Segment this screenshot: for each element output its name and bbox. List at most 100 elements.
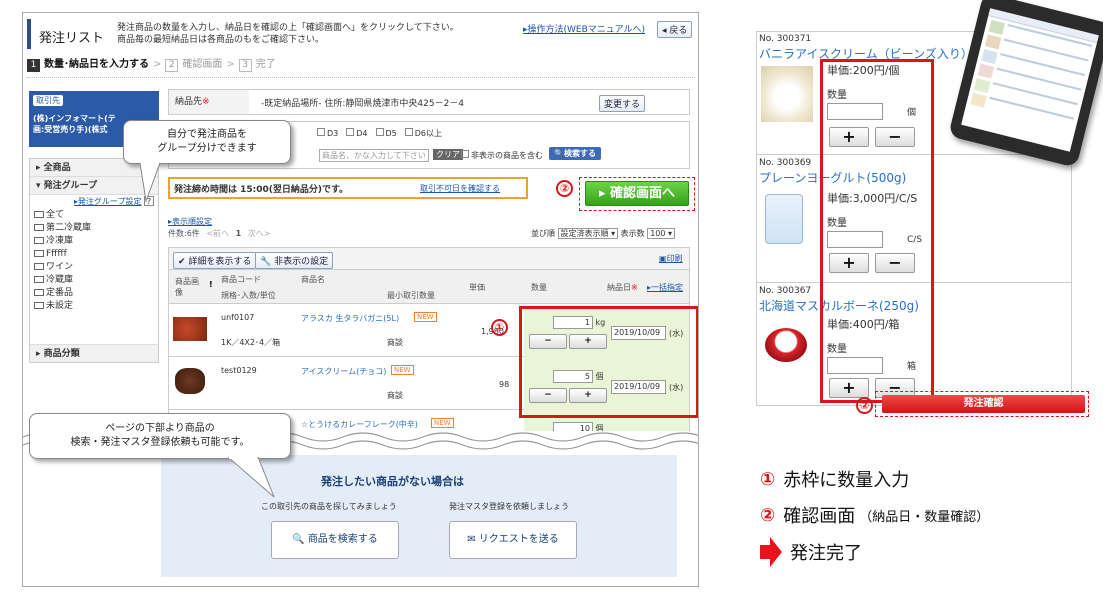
product-spec: 1K／4X2･4／箱 (221, 338, 281, 347)
order-confirm-button[interactable]: 発注確認 (882, 395, 1085, 413)
hidden-setting-button[interactable]: 🔧 非表示の設定 (255, 252, 334, 269)
qty-red-frame (519, 306, 698, 418)
legend-text-1: 赤枠に数量入力 (783, 470, 910, 491)
filter-d3-checkbox[interactable]: D3 (317, 128, 338, 139)
step-3-number: 3 (238, 58, 252, 72)
search-input[interactable]: 商品名、かな入力して下さい (319, 149, 429, 162)
callout-group: 自分で発注商品を グループ分けできます (123, 120, 291, 164)
red-arrow-icon (760, 537, 782, 567)
header-min: 最小取引数量 (387, 291, 435, 300)
product-number: No. 300371 (759, 34, 812, 44)
folder-icon (34, 237, 44, 244)
result-count: 件数:6件 (168, 229, 200, 238)
send-request-button[interactable]: ✉ リクエストを送る (449, 521, 577, 559)
holiday-link[interactable]: 取引不可日を確認する (420, 183, 500, 194)
legend-text-2: 確認画面 (783, 506, 856, 527)
product-name[interactable]: アラスカ 生タラバガニ(5L) (301, 313, 399, 324)
request-caption: 発注マスタ登録を依頼しましょう (449, 502, 569, 511)
header-image: 商品画像 (175, 277, 199, 297)
legend-sub-2: （納品日・数量確認） (859, 509, 990, 525)
print-link[interactable]: ▣印刷 (659, 253, 683, 264)
supplier-tag: 取引先 (33, 95, 63, 106)
ice-cream-image (761, 66, 813, 122)
marker-1: ① (491, 319, 508, 336)
group-setting-link[interactable]: ▸発注グループ設定 (74, 197, 142, 206)
product-number: No. 300367 (759, 286, 812, 296)
group-item[interactable]: 第二冷蔵庫 (32, 222, 158, 235)
confirm-screen-button[interactable]: ▸ 確認画面へ (585, 181, 689, 206)
mascarpone-image (765, 328, 807, 362)
legend: ① 赤枠に数量入力 ② 確認画面 （納品日・数量確認） 発注完了 (760, 462, 1090, 570)
manual-link[interactable]: ▸操作方法(WEBマニュアルへ) (523, 22, 645, 35)
display-order-link[interactable]: ▸表示順設定 (168, 216, 212, 227)
group-item[interactable]: Ffffff (32, 248, 158, 261)
header-name: 商品名 (301, 275, 325, 284)
folder-icon (34, 302, 44, 309)
search-products-button[interactable]: 🔍 商品を検索する (271, 521, 399, 559)
legend-num-1: ① (760, 468, 776, 490)
sidebar-category[interactable]: ▸ 商品分類 (30, 344, 158, 362)
clear-button[interactable]: クリア (433, 149, 463, 160)
marker-2: ② (556, 180, 573, 197)
filter-d4-checkbox[interactable]: D4 (346, 128, 368, 139)
pager-prev[interactable]: <前へ (206, 229, 229, 238)
filter-d5-checkbox[interactable]: D5 (375, 128, 397, 139)
print-icon: ▣ (659, 254, 667, 263)
group-item-all[interactable]: 全て (32, 209, 158, 222)
instructions: 発注商品の数量を入力し、納品日を確認の上「確認画面へ」をクリックして下さい。 商… (117, 23, 459, 45)
folder-icon (34, 276, 44, 283)
group-item[interactable]: ワイン (32, 261, 158, 274)
group-item[interactable]: 未設定 (32, 300, 158, 313)
search-icon: 🔍 (292, 534, 305, 545)
legend-text-3: 発注完了 (790, 543, 862, 564)
page-title: 発注リスト (39, 31, 105, 46)
supplier-name: (株)インフォマート(テ (33, 114, 116, 123)
header-price: 単価 (469, 283, 485, 292)
header-date: 納品日※ (607, 283, 638, 292)
step-2-label: 確認画面 (182, 59, 223, 70)
bulk-date-link[interactable]: ▸一括指定 (647, 282, 683, 293)
product-code: test0129 (221, 366, 257, 375)
min-qty: 商談 (387, 391, 403, 400)
group-item[interactable]: 冷凍庫 (32, 235, 158, 248)
back-button[interactable]: ◂ 戻る (657, 21, 693, 38)
header-spec: 規格･入数/単位 (221, 291, 276, 300)
search-icon: 🔍 (554, 149, 564, 158)
group-item[interactable]: 冷蔵庫 (32, 274, 158, 287)
unit-price: 98 (499, 380, 510, 389)
step-3-label: 完了 (255, 59, 276, 70)
filter-d6-checkbox[interactable]: D6以上 (404, 128, 442, 139)
include-hidden-checkbox[interactable]: 非表示の商品を含む (461, 150, 543, 161)
search-caption: この取引先の商品を探してみましょう (261, 502, 397, 511)
mobile-marker-2: ② (856, 397, 873, 414)
product-code: unf0107 (221, 313, 255, 322)
delivery-label: 納品先 (175, 97, 203, 107)
show-detail-button[interactable]: ✔ 詳細を表示する (173, 252, 257, 269)
folder-icon (34, 211, 44, 218)
no-item-title: 発注したい商品がない場合は (321, 475, 464, 488)
delivery-value: -既定納品場所- 住所:静岡県焼津市中央425－2－4 (261, 99, 465, 109)
per-page-select[interactable]: 100 ▾ (647, 228, 676, 239)
ice-cream-image (175, 368, 205, 394)
product-number: No. 300369 (759, 158, 812, 168)
new-badge: NEW (391, 365, 414, 375)
sort-select[interactable]: 設定済表示順 ▾ (557, 228, 619, 239)
pager-page: 1 (235, 229, 242, 238)
group-item[interactable]: 定番品 (32, 287, 158, 300)
mobile-qty-red-frame (820, 59, 934, 403)
pager-next[interactable]: 次へ> (248, 229, 271, 238)
min-qty: 商談 (387, 338, 403, 347)
step-1-label: 数量･納品日を入力する (44, 59, 149, 70)
folder-icon (34, 250, 44, 257)
change-delivery-button[interactable]: 変更する (599, 95, 646, 112)
product-name[interactable]: アイスクリーム(チョコ) (301, 366, 386, 377)
request-icon: ✉ (467, 534, 476, 545)
callout-search-tail (228, 457, 275, 498)
callout-search: ページの下部より商品の 検索・発注マスタ登録依頼も可能です。 (29, 413, 291, 459)
header-code: 商品コード (221, 275, 261, 284)
desktop-screenshot: 発注リスト 発注商品の数量を入力し、納品日を確認の上「確認画面へ」をクリックして… (22, 12, 699, 587)
callout-group-tail (139, 163, 161, 203)
search-button[interactable]: 🔍検索する (549, 147, 601, 160)
crab-image (173, 317, 207, 341)
deadline-box: 発注締め時間は 15:00(翌日納品分)です。 取引不可日を確認する (168, 177, 528, 199)
